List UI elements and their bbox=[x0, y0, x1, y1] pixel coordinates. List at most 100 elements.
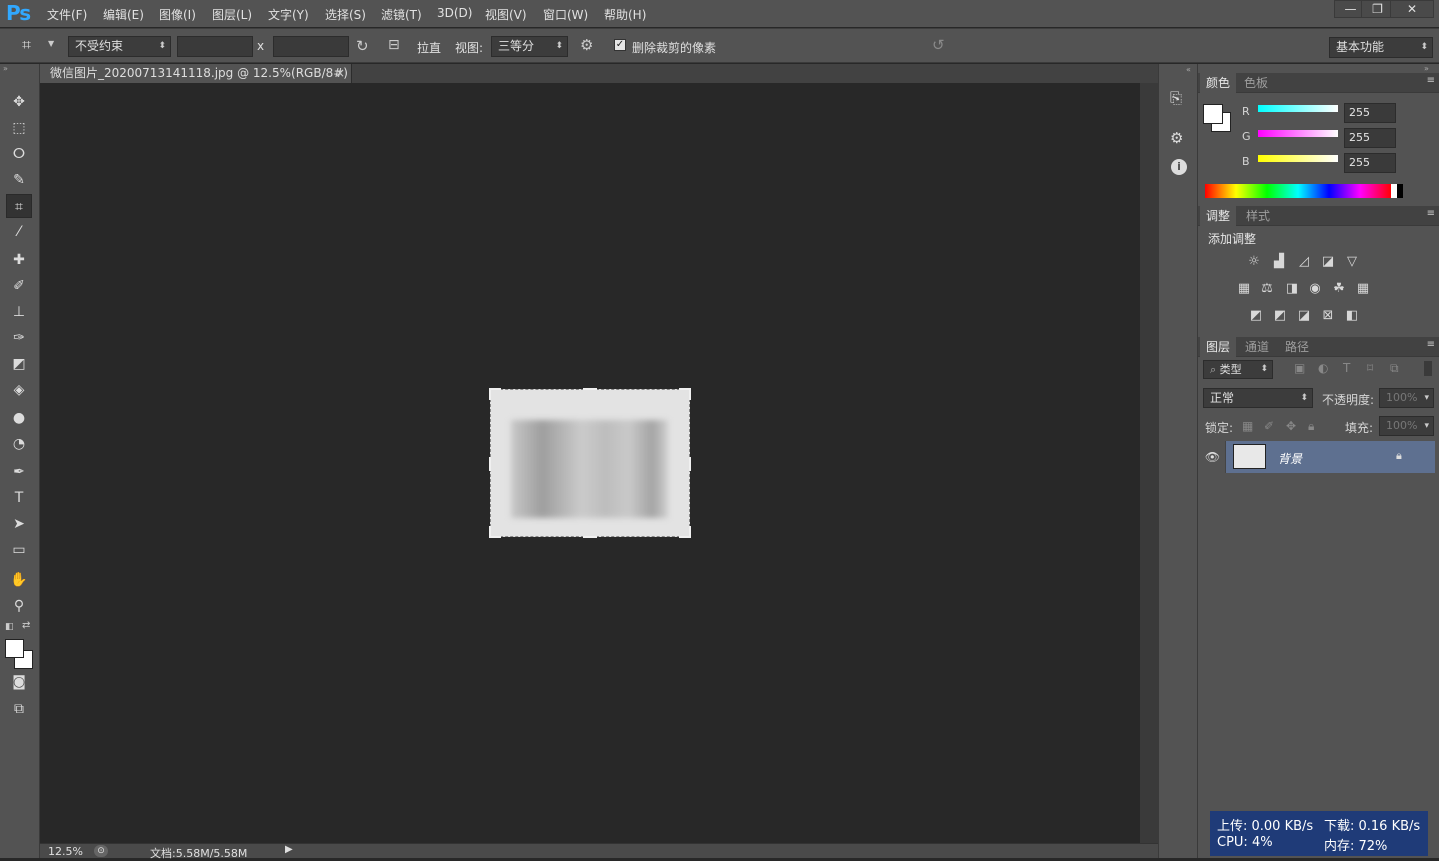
threshold-icon[interactable]: ◪ bbox=[1296, 308, 1312, 324]
collapse-toolbar-icon[interactable]: » bbox=[3, 64, 8, 73]
panel-menu-icon[interactable]: ≡ bbox=[1427, 208, 1435, 219]
brightness-icon[interactable]: ☼ bbox=[1246, 254, 1262, 270]
document-tab[interactable]: 微信图片_20200713141118.jpg @ 12.5%(RGB/8#) … bbox=[40, 64, 352, 98]
width-input[interactable] bbox=[177, 36, 253, 57]
reset-icon[interactable]: ↺ bbox=[932, 36, 945, 54]
vibrance-icon[interactable]: ▽ bbox=[1344, 254, 1360, 270]
expand-dock-icon[interactable]: « bbox=[1186, 65, 1191, 74]
b-slider[interactable] bbox=[1258, 155, 1338, 162]
panel-menu-icon[interactable]: ≡ bbox=[1427, 75, 1435, 86]
filter-toggle[interactable] bbox=[1424, 361, 1432, 376]
selective-color-icon[interactable]: ◧ bbox=[1344, 308, 1360, 324]
type-tool-icon[interactable]: T bbox=[6, 486, 32, 510]
menu-layer[interactable]: 图层(L) bbox=[212, 6, 252, 23]
paint-bucket-tool-icon[interactable]: ◈ bbox=[6, 378, 32, 402]
fg-color-chip[interactable] bbox=[1203, 104, 1223, 124]
crop-handle-right[interactable] bbox=[689, 457, 691, 471]
layer-filter-select[interactable]: ⌕ 类型 ⬍ bbox=[1203, 360, 1273, 379]
zoom-tool-icon[interactable]: ⚲ bbox=[6, 594, 32, 618]
menu-3d[interactable]: 3D(D) bbox=[437, 6, 472, 20]
layer-name[interactable]: 背景 bbox=[1278, 450, 1302, 467]
posterize-icon[interactable]: ◩ bbox=[1272, 308, 1288, 324]
crop-tool-preset-icon[interactable]: ⌗ bbox=[22, 35, 31, 55]
lock-position-icon[interactable]: ✥ bbox=[1286, 419, 1296, 433]
r-slider[interactable] bbox=[1258, 105, 1338, 112]
close-tab-icon[interactable]: × bbox=[335, 64, 345, 82]
lasso-tool-icon[interactable]: ⵔ bbox=[6, 142, 32, 166]
move-tool-icon[interactable]: ✥ bbox=[6, 90, 32, 114]
panel-menu-icon[interactable]: ≡ bbox=[1427, 339, 1435, 350]
color-balance-icon[interactable]: ⚖ bbox=[1259, 281, 1275, 297]
eraser-tool-icon[interactable]: ◩ bbox=[6, 352, 32, 376]
zoom-level[interactable]: 12.5% bbox=[48, 845, 83, 858]
tab-channels[interactable]: 通道 bbox=[1239, 337, 1275, 357]
tab-styles[interactable]: 样式 bbox=[1240, 206, 1276, 226]
menu-edit[interactable]: 编辑(E) bbox=[103, 6, 144, 23]
crop-handle-bl-v[interactable] bbox=[489, 526, 491, 538]
photo-filter-icon[interactable]: ◉ bbox=[1307, 281, 1323, 297]
menu-window[interactable]: 窗口(W) bbox=[543, 6, 588, 23]
crop-handle-tl-v[interactable] bbox=[489, 388, 491, 400]
menu-image[interactable]: 图像(I) bbox=[159, 6, 196, 23]
filter-adjustment-icon[interactable]: ◐ bbox=[1318, 361, 1328, 375]
r-value-field[interactable]: 255 bbox=[1344, 103, 1396, 123]
g-slider[interactable] bbox=[1258, 130, 1338, 137]
tab-layers[interactable]: 图层 bbox=[1200, 337, 1237, 357]
info-panel-icon[interactable]: i bbox=[1171, 159, 1187, 175]
menu-filter[interactable]: 滤镜(T) bbox=[381, 6, 422, 23]
foreground-color-swatch[interactable] bbox=[5, 639, 24, 658]
black-white-icon[interactable]: ◨ bbox=[1284, 281, 1300, 297]
history-brush-tool-icon[interactable]: ✑ bbox=[6, 326, 32, 350]
gear-icon[interactable]: ⚙ bbox=[580, 36, 593, 54]
clone-stamp-tool-icon[interactable]: ⊥ bbox=[6, 300, 32, 324]
blend-mode-select[interactable]: 正常 ⬍ bbox=[1203, 388, 1313, 408]
eyedropper-tool-icon[interactable]: ⁄ bbox=[6, 220, 32, 244]
crop-handle-tr-v[interactable] bbox=[689, 388, 691, 400]
collapse-panels-icon[interactable]: » bbox=[1424, 64, 1429, 73]
crop-handle-bottom[interactable] bbox=[583, 536, 597, 538]
levels-icon[interactable]: ▟ bbox=[1271, 254, 1287, 270]
menu-help[interactable]: 帮助(H) bbox=[604, 6, 646, 23]
default-colors-icon[interactable]: ◧ bbox=[5, 622, 14, 632]
curves-icon[interactable]: ◿ bbox=[1296, 254, 1312, 270]
swap-colors-icon[interactable]: ⇄ bbox=[22, 620, 30, 631]
pen-tool-icon[interactable]: ✒ bbox=[6, 460, 32, 484]
gradient-map-icon[interactable]: ⊠ bbox=[1320, 308, 1336, 324]
tab-swatches[interactable]: 色板 bbox=[1238, 73, 1274, 93]
layer-row[interactable]: 👁︎ 背景 🔒︎ bbox=[1200, 441, 1435, 473]
close-button[interactable]: ✕ bbox=[1390, 0, 1434, 18]
quick-select-tool-icon[interactable]: ✎ bbox=[6, 168, 32, 192]
lock-pixels-icon[interactable]: ✐ bbox=[1264, 419, 1274, 433]
lock-all-icon[interactable]: 🔒︎ bbox=[1308, 419, 1314, 434]
crop-handle-br-v[interactable] bbox=[689, 526, 691, 538]
blur-tool-icon[interactable]: ● bbox=[6, 406, 32, 430]
g-value-field[interactable]: 255 bbox=[1344, 128, 1396, 148]
exposure-icon[interactable]: ◪ bbox=[1320, 254, 1336, 270]
delete-cropped-label[interactable]: 删除裁剪的像素 bbox=[632, 39, 716, 56]
preset-dropdown-arrow-icon[interactable]: ▼ bbox=[48, 39, 54, 48]
lock-transparent-icon[interactable]: ▦ bbox=[1242, 419, 1253, 433]
menu-view[interactable]: 视图(V) bbox=[485, 6, 527, 23]
eye-icon[interactable]: 👁︎ bbox=[1200, 441, 1226, 473]
crop-tool-icon[interactable]: ⌗ bbox=[6, 194, 32, 218]
hue-saturation-icon[interactable]: ▦ bbox=[1236, 281, 1252, 297]
filter-smart-object-icon[interactable]: ⧉ bbox=[1390, 361, 1399, 376]
menu-select[interactable]: 选择(S) bbox=[325, 6, 366, 23]
opacity-field[interactable]: 100% ▾ bbox=[1379, 388, 1434, 408]
straighten-label[interactable]: 拉直 bbox=[417, 39, 441, 56]
marquee-tool-icon[interactable]: ⬚ bbox=[6, 116, 32, 140]
straighten-icon[interactable]: ⊟ bbox=[388, 37, 400, 53]
rectangle-tool-icon[interactable]: ▭ bbox=[6, 538, 32, 562]
view-select[interactable]: 三等分 ⬍ bbox=[491, 36, 568, 57]
crop-handle-top[interactable] bbox=[583, 388, 597, 390]
b-value-field[interactable]: 255 bbox=[1344, 153, 1396, 173]
path-selection-tool-icon[interactable]: ➤ bbox=[6, 512, 32, 536]
menu-file[interactable]: 文件(F) bbox=[47, 6, 87, 23]
menu-type[interactable]: 文字(Y) bbox=[268, 6, 309, 23]
height-input[interactable] bbox=[273, 36, 349, 57]
screen-mode-icon[interactable]: ⧉ bbox=[6, 697, 32, 721]
properties-panel-icon[interactable]: ⚙ bbox=[1170, 129, 1183, 147]
crop-handle-left[interactable] bbox=[489, 457, 491, 471]
hand-tool-icon[interactable]: ✋ bbox=[6, 568, 32, 592]
tab-adjustments[interactable]: 调整 bbox=[1200, 206, 1237, 226]
